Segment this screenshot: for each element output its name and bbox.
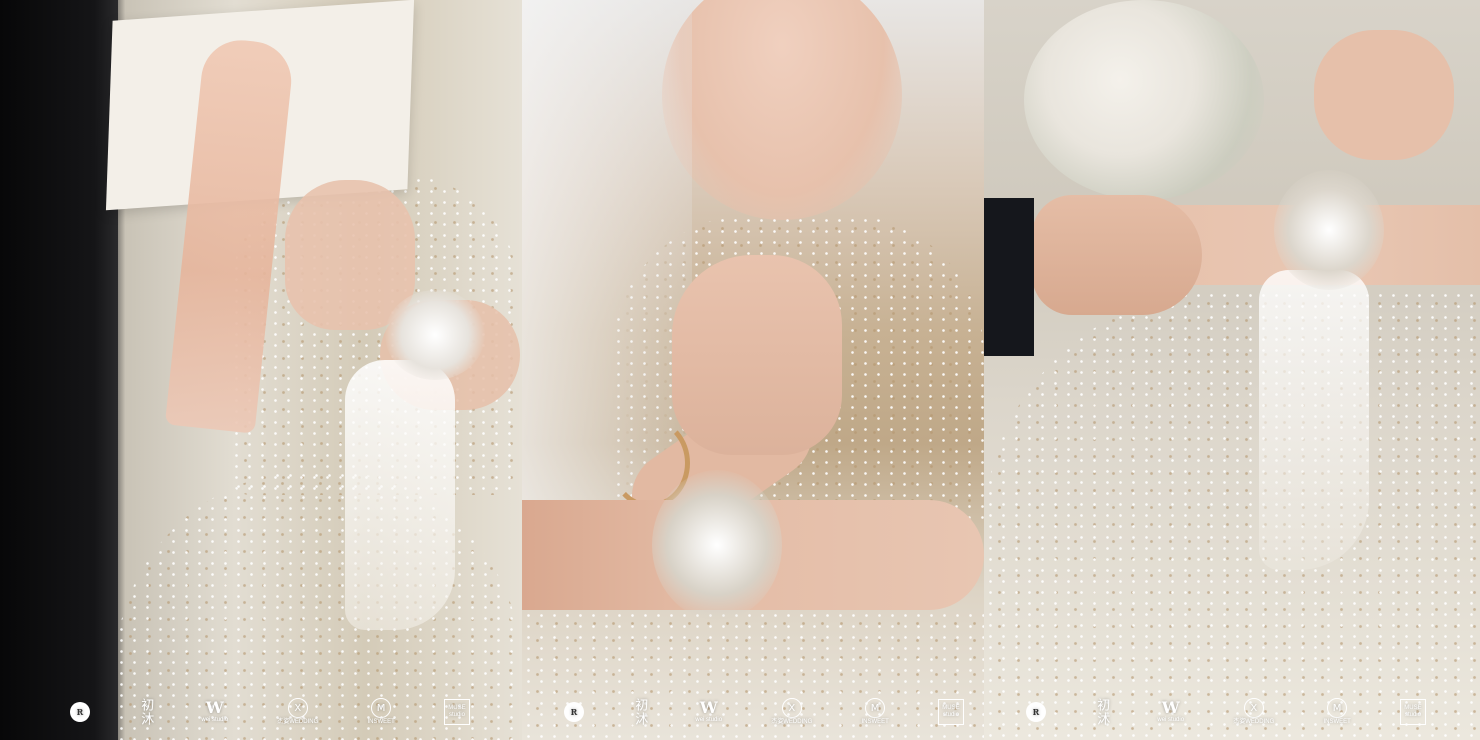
wei-studio-logo: W wei studio bbox=[695, 694, 722, 730]
rs-logo: R bbox=[70, 694, 90, 730]
rs-logo-mark: R bbox=[1026, 702, 1046, 722]
rs-logo-mark: R bbox=[564, 702, 584, 722]
muse-logo-top: MUSE bbox=[942, 705, 960, 711]
muse-logo-top: MUSE bbox=[1404, 705, 1422, 711]
muse-logo-box: MUSE studio bbox=[443, 699, 470, 725]
insweet-logo-sub: INSWEET bbox=[367, 719, 395, 725]
groom-silhouette bbox=[0, 0, 118, 740]
bride-hand-with-ring bbox=[672, 255, 842, 455]
crystal-bracelet bbox=[1274, 170, 1384, 290]
crystal-bracelet bbox=[385, 290, 485, 380]
xiezi-logo-mark: X bbox=[781, 698, 802, 718]
lace-ribbon bbox=[1259, 270, 1369, 570]
muse-studio-logo: MUSE studio bbox=[1399, 694, 1426, 730]
insweet-logo-sub: INSWEET bbox=[1323, 719, 1351, 725]
photo-panel-ring-hand: R 初沐 W wei studio X 杰姿WEDDING M INSWEET … bbox=[522, 0, 984, 740]
bride-neck bbox=[662, 0, 902, 220]
wei-logo-sub: wei studio bbox=[201, 717, 229, 723]
rs-logo: R bbox=[1026, 694, 1046, 730]
insweet-logo: M INSWEET bbox=[367, 694, 395, 730]
wei-logo-mark: W bbox=[1161, 698, 1180, 717]
wei-studio-logo: W wei studio bbox=[1157, 694, 1184, 730]
wei-logo-sub: wei studio bbox=[1157, 717, 1185, 723]
sponsor-logo-strip: R 初沐 W wei studio X 杰姿WEDDING M INSWEET … bbox=[564, 694, 964, 730]
photo-panel-vow-card: R 初沐 W wei studio X 杰姿WEDDING M INSWEET … bbox=[0, 0, 522, 740]
muse-logo-box: MUSE studio bbox=[1399, 699, 1426, 725]
photo-panel-holding-hands: R 初沐 W wei studio X 杰姿WEDDING M INSWEET … bbox=[984, 0, 1480, 740]
insweet-logo: M INSWEET bbox=[861, 694, 889, 730]
muse-studio-logo: MUSE studio bbox=[937, 694, 964, 730]
chumu-logo: 初沐 bbox=[1094, 694, 1110, 730]
xiezi-wedding-logo: X 杰姿WEDDING bbox=[277, 694, 318, 730]
insweet-logo-sub: INSWEET bbox=[861, 719, 889, 725]
groom-suit-sleeve bbox=[984, 198, 1034, 356]
xiezi-wedding-logo: X 杰姿WEDDING bbox=[771, 694, 812, 730]
insweet-logo-mark: M bbox=[865, 698, 886, 718]
white-flowers bbox=[1024, 0, 1264, 200]
insweet-logo: M INSWEET bbox=[1323, 694, 1351, 730]
wei-studio-logo: W wei studio bbox=[201, 694, 228, 730]
crystal-bracelet bbox=[652, 470, 782, 620]
chumu-logo-text: 初沐 bbox=[1094, 698, 1110, 726]
wedding-dress-skirt bbox=[984, 290, 1480, 740]
sponsor-logo-strip: R 初沐 W wei studio X 杰姿WEDDING M INSWEET … bbox=[1026, 694, 1426, 730]
groom-hand bbox=[1032, 195, 1202, 315]
bride-upper-hand bbox=[1314, 30, 1454, 160]
chumu-logo: 初沐 bbox=[632, 694, 648, 730]
muse-logo-top: MUSE bbox=[448, 705, 466, 711]
rs-logo-mark: R bbox=[70, 702, 90, 722]
chumu-logo-text: 初沐 bbox=[632, 698, 648, 726]
xiezi-logo-mark: X bbox=[287, 698, 308, 718]
xiezi-logo-mark: X bbox=[1243, 698, 1264, 718]
muse-logo-bottom: studio bbox=[942, 712, 959, 718]
muse-studio-logo: MUSE studio bbox=[443, 694, 470, 730]
chumu-logo: 初沐 bbox=[138, 694, 154, 730]
muse-logo-box: MUSE studio bbox=[937, 699, 964, 725]
xiezi-wedding-logo: X 杰姿WEDDING bbox=[1233, 694, 1274, 730]
xiezi-logo-sub: 杰姿WEDDING bbox=[1233, 719, 1275, 725]
wei-logo-mark: W bbox=[205, 698, 224, 717]
insweet-logo-mark: M bbox=[371, 698, 392, 718]
wei-logo-sub: wei studio bbox=[695, 717, 723, 723]
xiezi-logo-sub: 杰姿WEDDING bbox=[277, 719, 319, 725]
chumu-logo-text: 初沐 bbox=[138, 698, 154, 726]
lace-ribbon bbox=[345, 360, 455, 630]
sponsor-logo-strip: R 初沐 W wei studio X 杰姿WEDDING M INSWEET … bbox=[70, 694, 470, 730]
xiezi-logo-sub: 杰姿WEDDING bbox=[771, 719, 813, 725]
photo-collage: R 初沐 W wei studio X 杰姿WEDDING M INSWEET … bbox=[0, 0, 1480, 740]
insweet-logo-mark: M bbox=[1327, 698, 1348, 718]
muse-logo-bottom: studio bbox=[448, 712, 465, 718]
muse-logo-bottom: studio bbox=[1404, 712, 1421, 718]
wei-logo-mark: W bbox=[699, 698, 718, 717]
rs-logo: R bbox=[564, 694, 584, 730]
